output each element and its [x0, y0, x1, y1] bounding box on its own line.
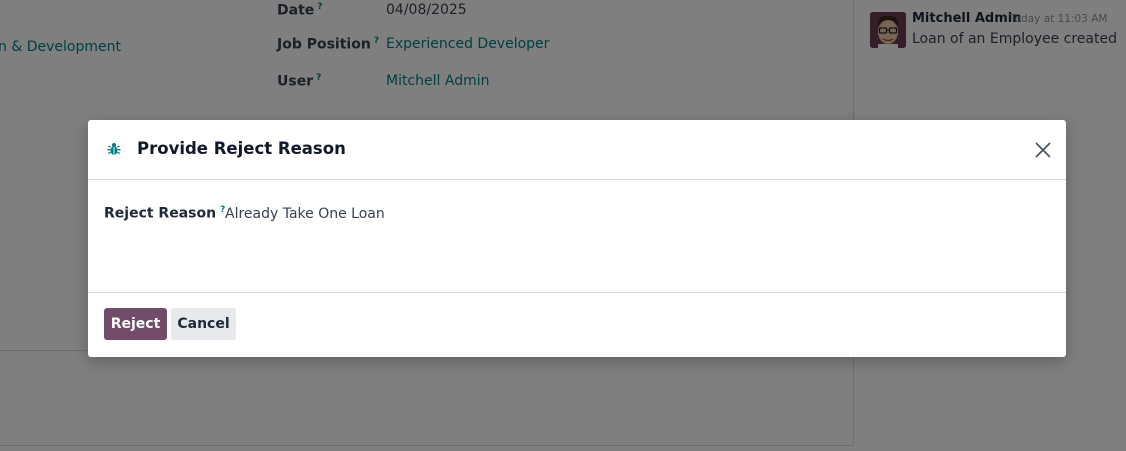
- dialog-header: Provide Reject Reason: [88, 120, 1066, 180]
- reject-button[interactable]: Reject: [104, 308, 167, 340]
- dialog-body: Reject Reason? Already Take One Loan: [88, 180, 1066, 293]
- reject-reason-label: Reject Reason?: [104, 205, 226, 222]
- cancel-button[interactable]: Cancel: [171, 308, 236, 340]
- dialog-title: Provide Reject Reason: [137, 139, 346, 158]
- reject-reason-dialog: Provide Reject Reason Reject Reason? Alr…: [88, 120, 1066, 357]
- close-icon[interactable]: [1032, 139, 1054, 161]
- reject-reason-input[interactable]: Already Take One Loan: [225, 206, 385, 222]
- bug-icon: [106, 141, 122, 157]
